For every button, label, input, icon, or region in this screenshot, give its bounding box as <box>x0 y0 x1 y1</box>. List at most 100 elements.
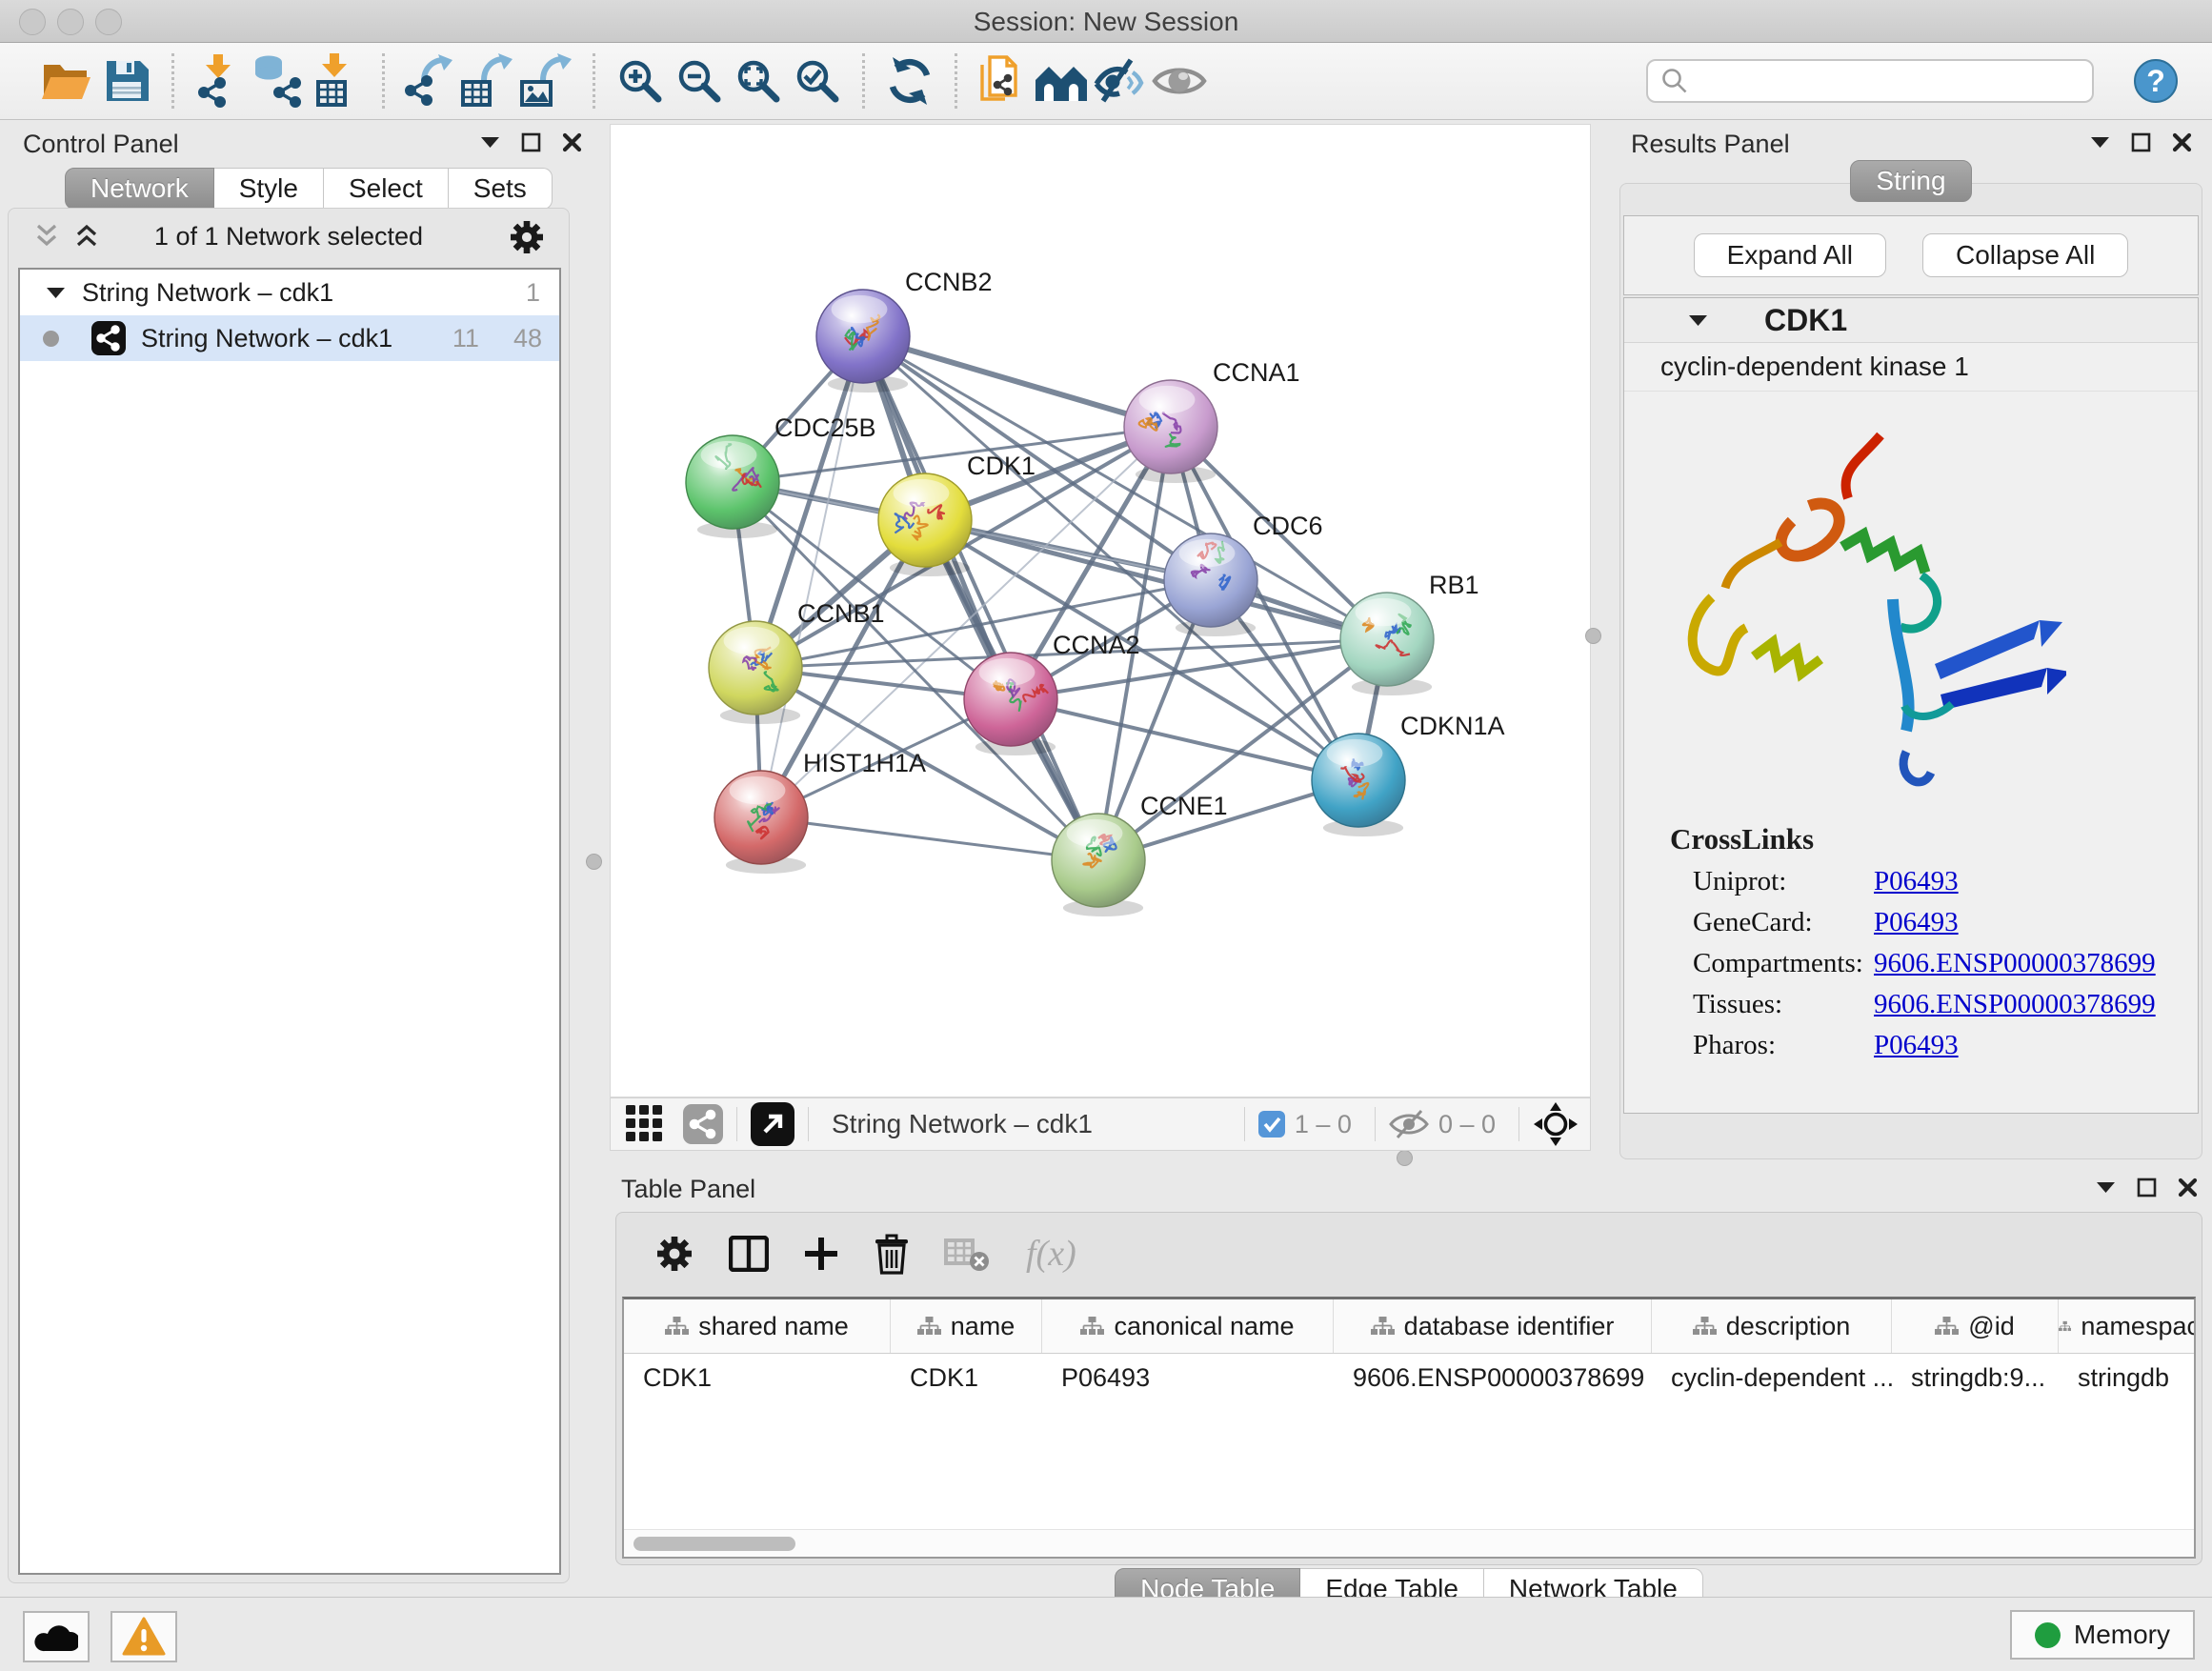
column-type-icon <box>2059 1317 2071 1337</box>
network-node-CCNA1[interactable]: CCNA1 <box>1124 358 1300 483</box>
collapse-all-button[interactable]: Collapse All <box>1922 233 2128 277</box>
float-panel-icon[interactable] <box>2130 131 2152 153</box>
export-image-button[interactable] <box>518 51 577 111</box>
open-button[interactable] <box>38 51 97 111</box>
delete-column-button[interactable] <box>874 1233 910 1275</box>
panel-menu-icon[interactable] <box>2089 135 2111 150</box>
network-row-label: String Network – cdk1 <box>141 324 392 353</box>
column-header-id[interactable]: @id <box>1892 1299 2059 1353</box>
section-expander-icon[interactable] <box>1687 313 1709 328</box>
network-options-gear-icon[interactable] <box>508 218 546 256</box>
show-selected-button[interactable] <box>1150 51 1209 111</box>
network-node-CCNB1[interactable]: CCNB1 <box>709 599 885 724</box>
tab-sets[interactable]: Sets <box>449 168 553 210</box>
warnings-button[interactable] <box>111 1611 177 1662</box>
zoom-in-button[interactable] <box>611 51 670 111</box>
network-node-RB1[interactable]: RB1 <box>1340 571 1479 695</box>
column-header-namespace[interactable]: namespace <box>2059 1299 2196 1353</box>
zoom-out-icon <box>674 56 724 106</box>
network-canvas[interactable]: CCNB2 CCNA1 CDC25B CDK1 CDC6 RB1 CCNB1 <box>610 124 1591 1097</box>
network-edge[interactable] <box>761 336 863 817</box>
left-splitter-handle[interactable] <box>586 854 602 870</box>
crosslink-row: Tissues:9606.ENSP00000378699 <box>1693 989 2198 1020</box>
import-database-icon <box>252 54 304 108</box>
export-table-button[interactable] <box>459 51 518 111</box>
expand-all-button[interactable]: Expand All <box>1694 233 1886 277</box>
protein-section-header[interactable]: CDK1 <box>1624 298 2198 343</box>
columns-button[interactable] <box>729 1236 769 1272</box>
network-edge[interactable] <box>863 336 1171 427</box>
column-header-database-identifier[interactable]: database identifier <box>1334 1299 1652 1353</box>
help-icon[interactable]: ? <box>2126 51 2185 111</box>
selected-count-checkbox-icon[interactable] <box>1258 1111 1285 1137</box>
tab-network[interactable]: Network <box>65 168 214 210</box>
home-button[interactable] <box>1032 51 1091 111</box>
toolbar-separator <box>593 53 595 109</box>
column-header-description[interactable]: description <box>1652 1299 1892 1353</box>
right-splitter-handle[interactable] <box>1585 628 1601 644</box>
tab-string[interactable]: String <box>1850 160 1971 202</box>
tab-select[interactable]: Select <box>324 168 449 210</box>
fit-content-icon[interactable] <box>1533 1101 1579 1147</box>
column-header-shared-name[interactable]: shared name <box>624 1299 891 1353</box>
network-node-CDK1[interactable]: CDK1 <box>878 452 1036 576</box>
crosslink-label: Pharos: <box>1693 1030 1874 1061</box>
import-database-button[interactable] <box>249 51 308 111</box>
detach-view-icon[interactable] <box>751 1102 794 1146</box>
delete-table-button[interactable] <box>944 1235 990 1273</box>
crosslink-link[interactable]: P06493 <box>1874 907 1959 938</box>
network-row[interactable]: String Network – cdk1 11 48 <box>20 315 559 361</box>
share-document-button[interactable] <box>973 51 1032 111</box>
toolbar-separator <box>955 53 957 109</box>
zoom-out-button[interactable] <box>670 51 729 111</box>
crosslink-link[interactable]: 9606.ENSP00000378699 <box>1874 989 2156 1020</box>
column-header-name[interactable]: name <box>891 1299 1042 1353</box>
column-type-icon <box>1080 1317 1104 1337</box>
column-header-canonical-name[interactable]: canonical name <box>1042 1299 1334 1353</box>
cloud-status-button[interactable] <box>23 1611 90 1662</box>
search-input[interactable] <box>1690 66 2092 97</box>
hide-selected-button[interactable] <box>1091 51 1150 111</box>
function-builder-button[interactable]: f(x) <box>1024 1232 1093 1276</box>
crosslink-link[interactable]: P06493 <box>1874 1030 1959 1061</box>
close-panel-icon[interactable] <box>561 131 583 153</box>
crosslink-link[interactable]: 9606.ENSP00000378699 <box>1874 948 2156 979</box>
table-row[interactable]: CDK1CDK1P064939606.ENSP00000378699cyclin… <box>624 1354 2194 1401</box>
panel-menu-icon[interactable] <box>2095 1180 2117 1195</box>
memory-button[interactable]: Memory <box>2010 1610 2195 1660</box>
panel-menu-icon[interactable] <box>479 135 501 150</box>
network-view-icon[interactable] <box>683 1104 723 1144</box>
settings-button[interactable] <box>654 1234 694 1274</box>
network-collection-row[interactable]: String Network – cdk1 1 <box>20 270 559 315</box>
network-node-HIST1H1A[interactable]: HIST1H1A <box>714 749 926 874</box>
import-table-button[interactable] <box>308 51 367 111</box>
home-icon <box>1034 59 1089 103</box>
zoom-fit-button[interactable] <box>729 51 788 111</box>
zoom-selected-icon <box>793 56 842 106</box>
table-panel-controls <box>2095 1177 2199 1198</box>
hidden-count-eye-icon[interactable] <box>1389 1109 1429 1139</box>
refresh-button[interactable] <box>880 51 939 111</box>
save-button[interactable] <box>97 51 156 111</box>
import-network-button[interactable] <box>190 51 249 111</box>
float-panel-icon[interactable] <box>520 131 542 153</box>
collection-expander-icon[interactable] <box>45 286 67 300</box>
birds-eye-view-icon[interactable] <box>626 1105 664 1143</box>
float-panel-icon[interactable] <box>2136 1177 2158 1198</box>
tab-style[interactable]: Style <box>214 168 324 210</box>
export-network-button[interactable] <box>400 51 459 111</box>
crosslink-link[interactable]: P06493 <box>1874 866 1959 897</box>
add-column-button[interactable] <box>803 1236 839 1272</box>
zoom-selected-button[interactable] <box>788 51 847 111</box>
bottom-splitter-handle[interactable] <box>1397 1150 1413 1166</box>
network-edge[interactable] <box>863 336 1098 860</box>
crosslink-label: Tissues: <box>1693 989 1874 1020</box>
scrollbar-thumb[interactable] <box>633 1537 795 1551</box>
close-panel-icon[interactable] <box>2177 1177 2199 1198</box>
open-icon <box>40 57 95 105</box>
search-field[interactable] <box>1646 59 2094 103</box>
table-cell: CDK1 <box>891 1354 1042 1401</box>
network-edge[interactable] <box>761 817 1098 860</box>
network-node-CDKN1A[interactable]: CDKN1A <box>1312 712 1505 836</box>
close-panel-icon[interactable] <box>2171 131 2193 153</box>
